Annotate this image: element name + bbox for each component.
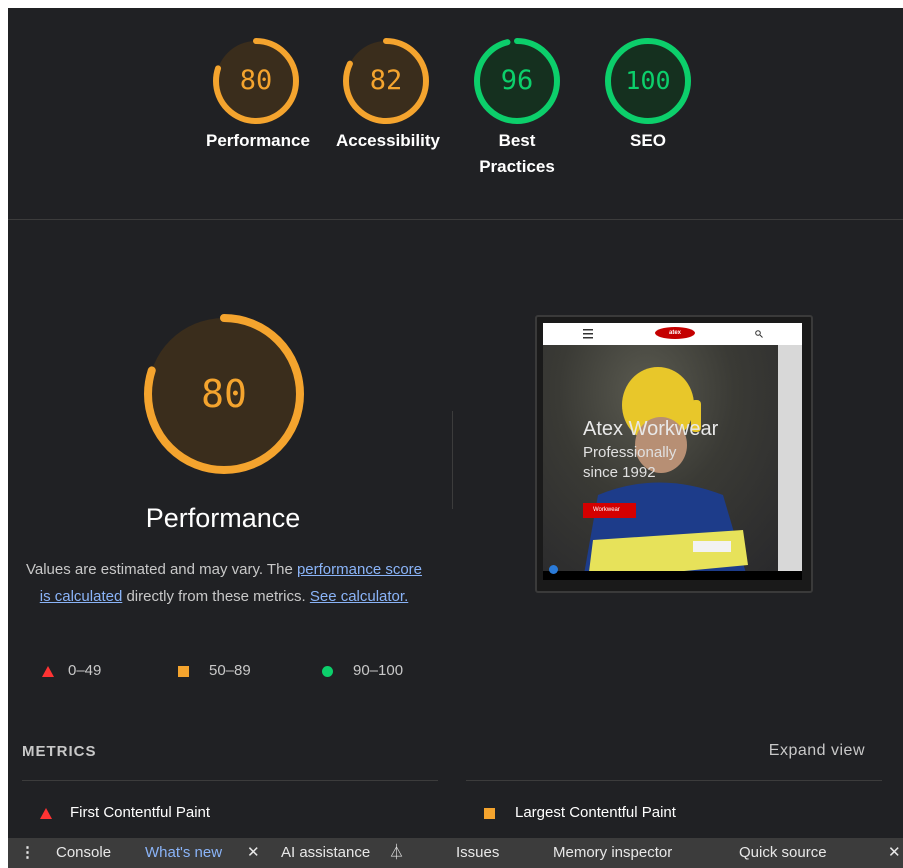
gauge-score: 96 — [500, 65, 534, 96]
tab-quick-source[interactable]: Quick source — [739, 838, 827, 868]
metric-lcp[interactable]: Largest Contentful Paint — [484, 803, 676, 823]
square-icon — [484, 807, 495, 819]
metrics-divider-right — [466, 780, 882, 781]
triangle-icon — [40, 807, 52, 819]
legend-poor-label: 0–49 — [68, 662, 102, 680]
tab-console[interactable]: Console — [56, 838, 111, 868]
legend-average-label: 50–89 — [209, 662, 251, 680]
gauge-score: 80 — [239, 65, 273, 96]
expand-view-button[interactable]: Expand view — [769, 742, 865, 760]
close-tab-icon[interactable]: ✕ — [247, 838, 260, 868]
devtools-drawer-tabs: ⋮ Console What's new ✕ AI assistance ⏃ I… — [8, 838, 903, 868]
legend-average: 50–89 — [178, 661, 251, 681]
metric-lcp-label: Largest Contentful Paint — [515, 804, 676, 821]
triangle-icon — [42, 665, 54, 677]
performance-gauge: 80 — [134, 304, 314, 484]
see-calculator-link[interactable]: See calculator. — [310, 588, 408, 605]
screenshot-bottom-bar — [543, 571, 802, 580]
circle-icon — [322, 665, 333, 677]
menu-icon — [583, 329, 593, 339]
tab-memory-inspector[interactable]: Memory inspector — [553, 838, 672, 868]
gauge-performance[interactable]: 80 Performance — [206, 36, 310, 154]
hero-button: Workwear — [583, 503, 636, 518]
hero-title: Atex Workwear — [583, 418, 719, 440]
metrics-divider-left — [22, 780, 438, 781]
search-icon — [755, 330, 763, 338]
metrics-heading: METRICS — [22, 743, 97, 760]
section-divider — [8, 219, 903, 220]
gauge-score: 100 — [625, 66, 671, 95]
vertical-divider — [452, 411, 453, 509]
square-icon — [178, 665, 189, 677]
close-drawer-icon[interactable]: ✕ — [888, 838, 901, 868]
tab-ai-assistance[interactable]: AI assistance — [281, 838, 370, 868]
tab-issues[interactable]: Issues — [456, 838, 499, 868]
gauge-best-practices[interactable]: 96 Best Practices — [467, 36, 567, 180]
gauge-accessibility[interactable]: 82 Accessibility — [336, 36, 440, 154]
legend-good-label: 90–100 — [353, 662, 404, 680]
performance-title: Performance — [145, 503, 301, 533]
flask-icon: ⏃ — [389, 844, 405, 861]
final-screenshot: atex Atex Workwear Professionally since … — [543, 323, 802, 580]
gauge-label: SEO — [630, 131, 666, 150]
performance-score: 80 — [201, 372, 247, 416]
hero-image: Atex Workwear Professionally since 1992 … — [543, 345, 802, 580]
metric-fcp-label: First Contentful Paint — [70, 804, 211, 821]
gauge-label: Accessibility — [336, 131, 440, 150]
hero-subtitle: Professionally since 1992 — [583, 444, 677, 481]
gauge-seo[interactable]: 100 SEO — [598, 36, 698, 154]
metric-fcp[interactable]: First Contentful Paint — [40, 803, 210, 823]
legend-good: 90–100 — [322, 661, 403, 681]
accessibility-icon — [549, 565, 558, 574]
more-options-icon[interactable]: ⋮ — [20, 838, 35, 868]
site-header: atex — [543, 323, 802, 345]
desc-text-1: Values are estimated and may vary. The — [25, 561, 297, 578]
performance-description: Values are estimated and may vary. The p… — [24, 556, 424, 610]
legend-poor: 0–49 — [42, 661, 101, 681]
gauge-label: Performance — [206, 131, 310, 150]
desc-text-2: directly from these metrics. — [122, 588, 310, 605]
brand-logo: atex — [655, 327, 695, 339]
tab-whats-new[interactable]: What's new — [145, 838, 222, 868]
gauge-label: Best Practices — [479, 131, 555, 176]
gauge-score: 82 — [369, 65, 403, 96]
